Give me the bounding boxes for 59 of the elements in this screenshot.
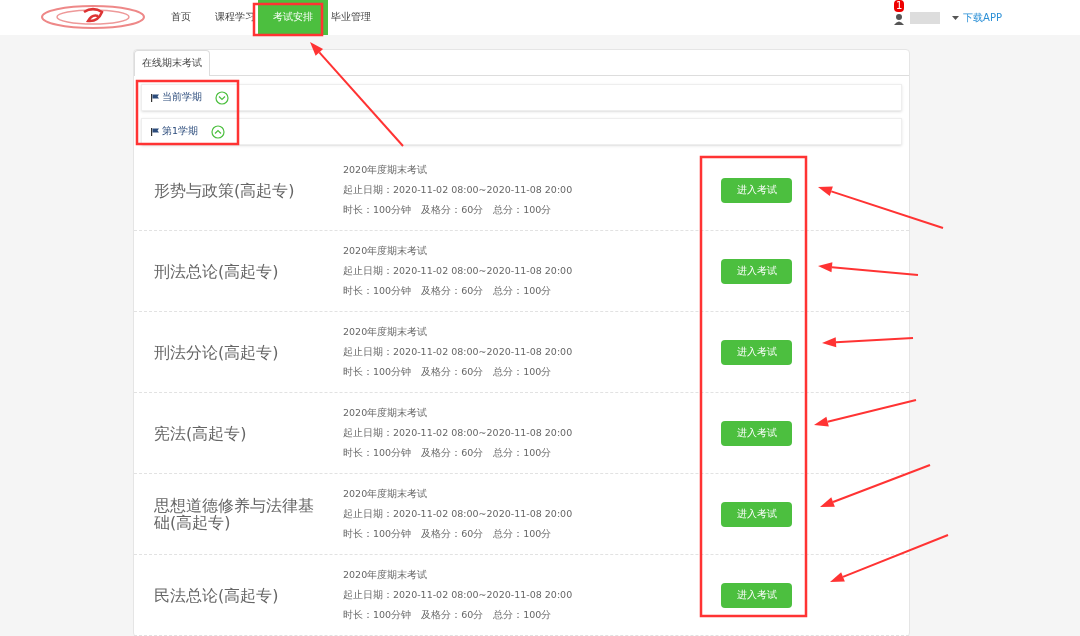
caret-icon[interactable] — [952, 15, 960, 20]
course-title: 宪法(高起专) — [154, 424, 248, 442]
total-score: 总分：100分 — [493, 527, 552, 541]
flag-icon — [151, 127, 159, 136]
user-name-blurred — [910, 11, 941, 24]
nav-tab[interactable]: 毕业管理 — [331, 0, 371, 35]
total-score: 总分：100分 — [493, 608, 552, 622]
tab[interactable]: 在线期末考试 — [134, 50, 210, 76]
total-score: 总分：100分 — [493, 446, 552, 460]
course-title: 民法总论(高起专) — [154, 586, 280, 604]
semester-header[interactable]: 当前学期 — [141, 84, 902, 111]
pass-score: 及格分：60分 — [421, 284, 484, 298]
exam-duration: 时长：100分钟 — [343, 608, 412, 622]
exam-dates: 起止日期：2020-11-02 08:00~2020-11-08 20:00 — [343, 183, 573, 197]
total-score: 总分：100分 — [493, 284, 552, 298]
exam-duration: 时长：100分钟 — [343, 203, 412, 217]
exam-name: 2020年度期末考试 — [343, 244, 429, 258]
course-title: 形势与政策(高起专) — [154, 181, 296, 199]
course-title: 刑法分论(高起专) — [154, 343, 280, 361]
exam-dates: 起止日期：2020-11-02 08:00~2020-11-08 20:00 — [343, 507, 573, 521]
exam-name: 2020年度期末考试 — [343, 163, 429, 177]
enter-exam-button[interactable]: 进入考试 — [721, 339, 792, 365]
enter-exam-button[interactable]: 进入考试 — [721, 501, 792, 527]
pass-score: 及格分：60分 — [421, 446, 484, 460]
total-score: 总分：100分 — [493, 203, 552, 217]
exam-name: 2020年度期末考试 — [343, 406, 429, 420]
course-title: 思想道德修养与法律基础(高起专) — [154, 497, 315, 531]
pass-score: 及格分：60分 — [421, 203, 484, 217]
enter-exam-button[interactable]: 进入考试 — [721, 582, 792, 608]
download-app-link[interactable]: 下载APP — [963, 10, 1002, 25]
exam-dates: 起止日期：2020-11-02 08:00~2020-11-08 20:00 — [343, 426, 573, 440]
logo-icon — [40, 4, 146, 30]
enter-exam-button[interactable]: 进入考试 — [721, 258, 792, 284]
exam-name: 2020年度期末考试 — [343, 325, 429, 339]
semester-label: 第1学期 — [162, 124, 199, 139]
nav-tab[interactable]: 课程学习 — [215, 0, 255, 35]
pass-score: 及格分：60分 — [421, 365, 484, 379]
course-title: 刑法总论(高起专) — [154, 262, 280, 280]
pass-score: 及格分：60分 — [421, 527, 484, 541]
annotation-box — [252, 2, 324, 37]
total-score: 总分：100分 — [493, 365, 552, 379]
exam-duration: 时长：100分钟 — [343, 365, 412, 379]
exam-dates: 起止日期：2020-11-02 08:00~2020-11-08 20:00 — [343, 264, 573, 278]
exam-name: 2020年度期末考试 — [343, 568, 429, 582]
notification-badge: 1 — [894, 0, 905, 12]
exam-duration: 时长：100分钟 — [343, 527, 412, 541]
enter-exam-button[interactable]: 进入考试 — [721, 420, 792, 446]
exam-name: 2020年度期末考试 — [343, 487, 429, 501]
exam-duration: 时长：100分钟 — [343, 446, 412, 460]
user-icon[interactable] — [894, 13, 905, 25]
nav-tab[interactable]: 首页 — [171, 0, 191, 35]
exam-duration: 时长：100分钟 — [343, 284, 412, 298]
exam-dates: 起止日期：2020-11-02 08:00~2020-11-08 20:00 — [343, 345, 573, 359]
semester-label: 当前学期 — [162, 90, 202, 105]
exam-dates: 起止日期：2020-11-02 08:00~2020-11-08 20:00 — [343, 588, 573, 602]
semester-header[interactable]: 第1学期 — [141, 118, 902, 145]
pass-score: 及格分：60分 — [421, 608, 484, 622]
flag-icon — [151, 93, 159, 102]
enter-exam-button[interactable]: 进入考试 — [721, 177, 792, 203]
